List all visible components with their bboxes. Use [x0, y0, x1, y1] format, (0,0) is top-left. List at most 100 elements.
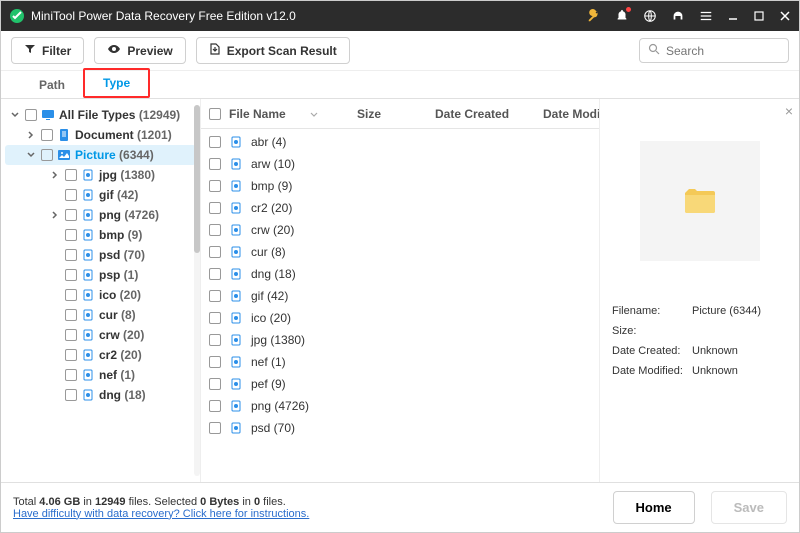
tab-type[interactable]: Type — [83, 68, 150, 98]
col-filename[interactable]: File Name — [229, 107, 349, 121]
close-preview-icon[interactable]: × — [785, 103, 793, 119]
checkbox[interactable] — [209, 136, 221, 148]
checkbox[interactable] — [65, 169, 77, 181]
row-name: bmp (9) — [251, 179, 292, 193]
checkbox[interactable] — [65, 229, 77, 241]
list-item[interactable]: pef (9) — [209, 373, 591, 395]
checkbox[interactable] — [209, 268, 221, 280]
col-size[interactable]: Size — [357, 107, 427, 121]
checkbox[interactable] — [209, 290, 221, 302]
checkbox[interactable] — [65, 189, 77, 201]
tree-child[interactable]: jpg (1380) — [5, 165, 196, 185]
tree-picture[interactable]: Picture (6344) — [5, 145, 196, 165]
key-icon[interactable] — [587, 9, 601, 23]
minimize-icon[interactable] — [727, 10, 739, 22]
list-item[interactable]: gif (42) — [209, 285, 591, 307]
checkbox[interactable] — [65, 209, 77, 221]
tree-root[interactable]: All File Types (12949) — [5, 105, 196, 125]
notification-icon[interactable] — [615, 9, 629, 23]
chevron-right-icon[interactable] — [49, 169, 61, 181]
chevron-down-icon[interactable] — [9, 109, 21, 121]
list-item[interactable]: abr (4) — [209, 131, 591, 153]
export-button[interactable]: Export Scan Result — [196, 37, 350, 64]
meta-datecreated-label: Date Created: — [612, 341, 692, 361]
save-button[interactable]: Save — [711, 491, 787, 524]
tree-child[interactable]: cr2 (20) — [5, 345, 196, 365]
checkbox[interactable] — [209, 378, 221, 390]
maximize-icon[interactable] — [753, 10, 765, 22]
list-item[interactable]: cur (8) — [209, 241, 591, 263]
checkbox[interactable] — [65, 249, 77, 261]
tree-child[interactable]: psp (1) — [5, 265, 196, 285]
footer: Total 4.06 GB in 12949 files. Selected 0… — [1, 482, 799, 532]
checkbox[interactable] — [209, 246, 221, 258]
row-name: ico (20) — [251, 311, 291, 325]
tree-child[interactable]: dng (18) — [5, 385, 196, 405]
tree-child[interactable]: gif (42) — [5, 185, 196, 205]
checkbox[interactable] — [65, 349, 77, 361]
file-icon — [229, 399, 243, 413]
tab-path[interactable]: Path — [21, 72, 83, 98]
tree-child[interactable]: crw (20) — [5, 325, 196, 345]
tree-sidebar: All File Types (12949) Document (1201) P… — [1, 99, 201, 482]
tree-child[interactable]: bmp (9) — [5, 225, 196, 245]
preview-button[interactable]: Preview — [94, 37, 185, 64]
list-item[interactable]: bmp (9) — [209, 175, 591, 197]
checkbox[interactable] — [41, 149, 53, 161]
file-icon — [229, 377, 243, 391]
checkbox[interactable] — [65, 369, 77, 381]
checkbox[interactable] — [65, 389, 77, 401]
checkbox[interactable] — [25, 109, 37, 121]
export-label: Export Scan Result — [227, 44, 337, 58]
tree-child[interactable]: png (4726) — [5, 205, 196, 225]
col-date-modified[interactable]: Date Modif — [543, 107, 599, 121]
tree-child[interactable]: nef (1) — [5, 365, 196, 385]
checkbox[interactable] — [209, 158, 221, 170]
scrollbar[interactable] — [194, 105, 200, 476]
checkbox[interactable] — [209, 400, 221, 412]
checkbox[interactable] — [65, 289, 77, 301]
chevron-right-icon[interactable] — [49, 209, 61, 221]
checkbox[interactable] — [209, 312, 221, 324]
filter-label: Filter — [42, 44, 71, 58]
list-item[interactable]: crw (20) — [209, 219, 591, 241]
close-icon[interactable] — [779, 10, 791, 22]
checkbox[interactable] — [209, 202, 221, 214]
tree-document[interactable]: Document (1201) — [5, 125, 196, 145]
globe-icon[interactable] — [643, 9, 657, 23]
chevron-right-icon[interactable] — [25, 129, 37, 141]
menu-icon[interactable] — [699, 9, 713, 23]
chevron-down-icon[interactable] — [25, 149, 37, 161]
checkbox[interactable] — [209, 356, 221, 368]
filter-button[interactable]: Filter — [11, 37, 84, 64]
checkbox[interactable] — [65, 309, 77, 321]
checkbox[interactable] — [209, 334, 221, 346]
home-button[interactable]: Home — [613, 491, 695, 524]
checkbox[interactable] — [209, 180, 221, 192]
file-icon — [229, 223, 243, 237]
col-date-created[interactable]: Date Created — [435, 107, 535, 121]
list-item[interactable]: nef (1) — [209, 351, 591, 373]
help-link[interactable]: Have difficulty with data recovery? Clic… — [13, 508, 309, 520]
checkbox[interactable] — [65, 329, 77, 341]
list-item[interactable]: psd (70) — [209, 417, 591, 439]
checkbox[interactable] — [41, 129, 53, 141]
list-item[interactable]: jpg (1380) — [209, 329, 591, 351]
scrollbar-thumb[interactable] — [194, 105, 200, 253]
list-item[interactable]: cr2 (20) — [209, 197, 591, 219]
headset-icon[interactable] — [671, 9, 685, 23]
list-item[interactable]: dng (18) — [209, 263, 591, 285]
sort-icon — [310, 107, 318, 121]
checkbox[interactable] — [209, 224, 221, 236]
checkbox[interactable] — [65, 269, 77, 281]
list-item[interactable]: png (4726) — [209, 395, 591, 417]
list-item[interactable]: ico (20) — [209, 307, 591, 329]
checkbox[interactable] — [209, 422, 221, 434]
tree-child[interactable]: psd (70) — [5, 245, 196, 265]
tree-child[interactable]: cur (8) — [5, 305, 196, 325]
search-input[interactable] — [666, 44, 780, 58]
list-item[interactable]: arw (10) — [209, 153, 591, 175]
search-box[interactable] — [639, 38, 789, 63]
tree-child[interactable]: ico (20) — [5, 285, 196, 305]
checkbox-all[interactable] — [209, 108, 221, 120]
